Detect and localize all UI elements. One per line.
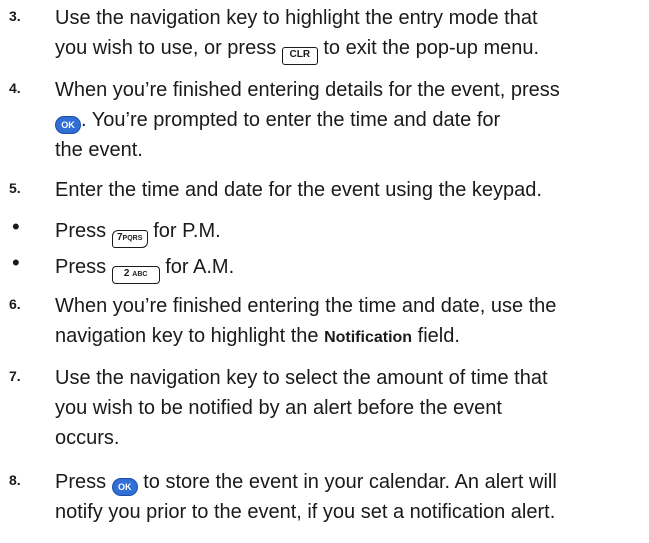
step-number: 4. (9, 80, 21, 96)
two-key-icon: 2 ABC (111, 266, 160, 284)
step-number: 6. (9, 296, 21, 312)
step-text-line: Use the navigation key to highlight the … (55, 7, 538, 29)
step-number: 7. (9, 368, 21, 384)
notification-field-label: Notification (324, 329, 413, 346)
bullet-icon: • (12, 214, 20, 239)
step-text-line: you wish to use, or press CLR to exit th… (55, 36, 539, 65)
step-number: 8. (9, 472, 21, 488)
clr-key-icon: CLR (281, 47, 318, 65)
step-text-line: When you’re finished entering the time a… (55, 295, 557, 317)
step-text-line: the event. (55, 139, 143, 161)
step-text-line: OK. You’re prompted to enter the time an… (55, 108, 500, 134)
step-text-line: occurs. (55, 427, 120, 449)
step-text-line: notify you prior to the event, if you se… (55, 501, 556, 523)
ok-key-icon: OK (111, 478, 138, 496)
step-text-line: Enter the time and date for the event us… (55, 179, 542, 201)
step-text-line: you wish to be notified by an alert befo… (55, 397, 502, 419)
step-number: 3. (9, 8, 21, 24)
seven-key-icon: 7PQRS (111, 230, 148, 248)
step-text-line: Use the navigation key to select the amo… (55, 367, 548, 389)
bullet-icon: • (12, 250, 20, 275)
step-text-line: Press OK to store the event in your cale… (55, 470, 557, 496)
step-text-line: When you’re finished entering details fo… (55, 79, 560, 101)
bullet-text-line: Press 2 ABC for A.M. (55, 255, 234, 284)
step-number: 5. (9, 180, 21, 196)
step-text-line: navigation key to highlight the Notifica… (55, 325, 460, 347)
bullet-text-line: Press 7PQRS for P.M. (55, 219, 221, 248)
ok-key-icon: OK (55, 116, 81, 134)
